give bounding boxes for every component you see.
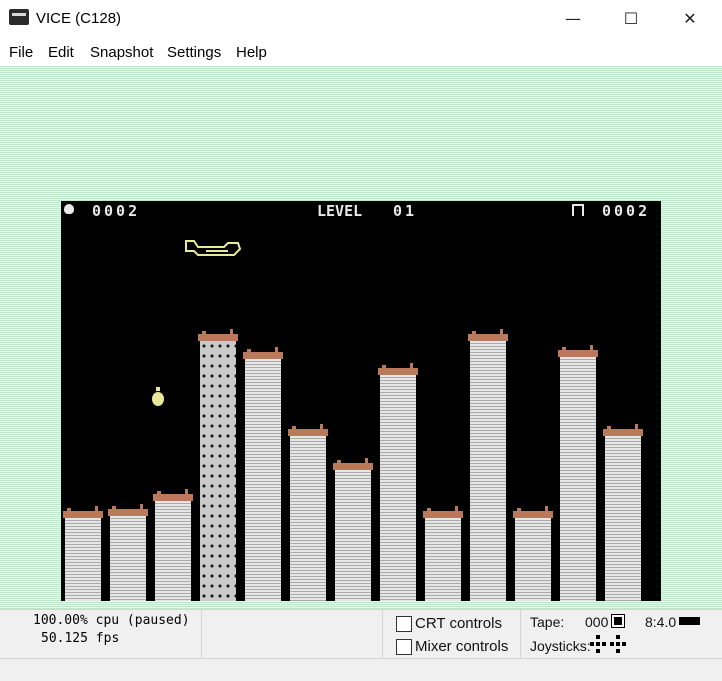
emulator-screen-border[interactable]: 0002 LEVEL 01 0002 bbox=[0, 66, 722, 609]
building bbox=[198, 329, 238, 601]
bomb-icon bbox=[64, 204, 74, 214]
plane-sprite bbox=[185, 240, 242, 256]
menu-settings[interactable]: Settings bbox=[167, 44, 221, 61]
building bbox=[558, 345, 598, 601]
building bbox=[153, 489, 193, 601]
drive-status-label: 8:4.0 bbox=[645, 614, 677, 630]
window-title: VICE (C128) bbox=[36, 10, 122, 27]
status-bar-bottom-divider bbox=[0, 658, 722, 659]
level-label: LEVEL bbox=[317, 202, 363, 220]
crt-controls-checkbox[interactable] bbox=[396, 616, 412, 632]
maximize-button[interactable]: ☐ bbox=[608, 0, 654, 38]
game-screen[interactable]: 0002 LEVEL 01 0002 bbox=[61, 201, 661, 601]
drive-led-icon bbox=[679, 617, 700, 625]
crt-controls-label[interactable]: CRT controls bbox=[415, 615, 502, 632]
tape-counter: 000 bbox=[585, 614, 609, 630]
score-left: 0002 bbox=[92, 202, 141, 220]
mixer-controls-label[interactable]: Mixer controls bbox=[415, 638, 508, 655]
building bbox=[468, 329, 508, 601]
status-bar: 100.00% cpu (paused) 50.125 fps CRT cont… bbox=[0, 609, 722, 681]
building bbox=[288, 424, 328, 601]
minimize-button[interactable]: — bbox=[550, 0, 596, 38]
tape-label: Tape: bbox=[530, 614, 565, 630]
menu-edit[interactable]: Edit bbox=[48, 44, 74, 61]
title-bar: VICE (C128) — ☐ ✕ bbox=[0, 0, 722, 38]
menu-help[interactable]: Help bbox=[236, 44, 267, 61]
fps-status: 50.125 fps bbox=[41, 631, 120, 646]
score-right: 0002 bbox=[602, 202, 651, 220]
building bbox=[378, 363, 418, 601]
level-value: 01 bbox=[393, 202, 418, 220]
vice-app-icon bbox=[9, 9, 29, 25]
building bbox=[63, 506, 103, 601]
joysticks-label: Joysticks: bbox=[530, 638, 591, 654]
joystick-2-icon[interactable] bbox=[610, 635, 626, 653]
building bbox=[423, 506, 463, 601]
building-icon bbox=[572, 204, 584, 216]
mixer-controls-checkbox[interactable] bbox=[396, 639, 412, 655]
menu-snapshot[interactable]: Snapshot bbox=[90, 44, 153, 61]
building bbox=[108, 504, 148, 601]
joystick-1-icon[interactable] bbox=[590, 635, 606, 653]
menu-file[interactable]: File bbox=[9, 44, 33, 61]
building bbox=[603, 424, 643, 601]
cpu-status: 100.00% cpu (paused) bbox=[33, 613, 190, 628]
bomb-sprite bbox=[152, 387, 164, 406]
building bbox=[333, 458, 373, 601]
building bbox=[513, 506, 553, 601]
tape-status-icon[interactable] bbox=[611, 614, 625, 628]
building bbox=[243, 347, 283, 601]
menu-bar: File Edit Snapshot Settings Help bbox=[0, 38, 722, 66]
close-button[interactable]: ✕ bbox=[667, 0, 713, 38]
